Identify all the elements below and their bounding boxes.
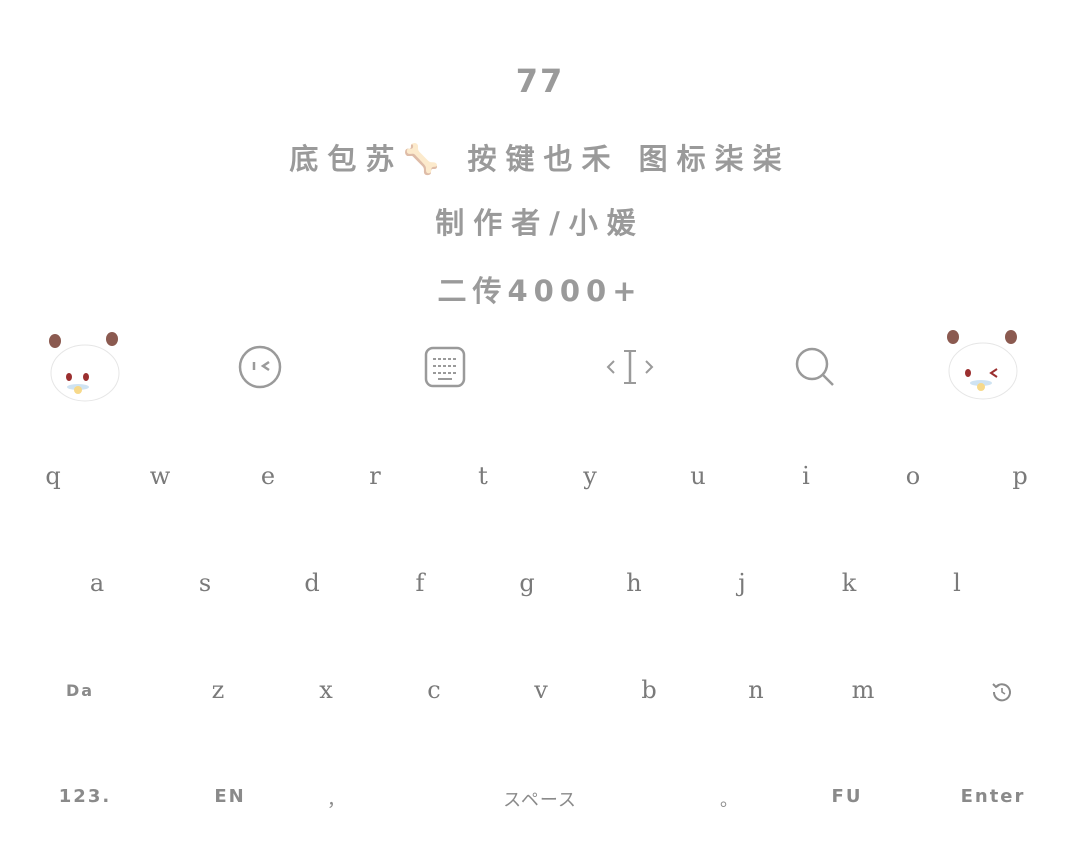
key-g[interactable]: g — [477, 569, 577, 597]
key-m[interactable]: m — [813, 676, 913, 704]
key-u[interactable]: u — [648, 462, 748, 490]
space-key[interactable]: スペース — [470, 786, 610, 812]
key-y[interactable]: y — [540, 462, 640, 490]
key-b[interactable]: b — [599, 676, 699, 704]
key-s[interactable]: s — [155, 569, 255, 597]
key-f[interactable]: f — [370, 569, 470, 597]
key-t[interactable]: t — [433, 462, 533, 490]
enter-key[interactable]: Enter — [948, 786, 1038, 807]
language-key[interactable]: EN — [195, 786, 265, 807]
repost-count-line: 二传4000+ — [437, 274, 643, 308]
key-z[interactable]: z — [168, 676, 268, 704]
key-v[interactable]: v — [491, 676, 591, 704]
mascot-left-icon[interactable] — [40, 322, 130, 412]
author-line: 制作者/小媛 — [435, 206, 645, 240]
key-j[interactable]: j — [692, 569, 792, 597]
key-c[interactable]: c — [384, 676, 484, 704]
key-x[interactable]: x — [276, 676, 376, 704]
period-key[interactable]: 。 — [708, 786, 752, 812]
mascot-right-icon[interactable] — [935, 322, 1025, 412]
fu-key[interactable]: FU — [815, 786, 879, 807]
key-k[interactable]: k — [799, 569, 899, 597]
emoji-face-icon[interactable] — [215, 322, 305, 412]
key-n[interactable]: n — [706, 676, 806, 704]
key-r[interactable]: r — [325, 462, 425, 490]
key-i[interactable]: i — [756, 462, 856, 490]
key-p[interactable]: p — [970, 462, 1070, 490]
key-l[interactable]: l — [907, 569, 1007, 597]
key-a[interactable]: a — [47, 569, 147, 597]
key-e[interactable]: e — [218, 462, 318, 490]
key-h[interactable]: h — [584, 569, 684, 597]
version-number: 77 — [515, 62, 565, 100]
comma-key[interactable]: ， — [315, 786, 359, 812]
undo-delete-icon — [992, 683, 1011, 702]
keyboard-toolbar — [0, 322, 1080, 412]
theme-credits-line: 底包苏🦴 按键也禾 图标柒柒 — [289, 142, 791, 176]
cursor-move-icon[interactable] — [585, 322, 675, 412]
key-o[interactable]: o — [863, 462, 963, 490]
key-q[interactable]: q — [3, 462, 103, 490]
shift-key[interactable]: Da — [40, 681, 120, 700]
keyboard-icon[interactable] — [400, 322, 490, 412]
key-w[interactable]: w — [110, 462, 210, 490]
numbers-key[interactable]: 123. — [45, 786, 125, 807]
key-d[interactable]: d — [262, 569, 362, 597]
search-icon[interactable] — [770, 322, 860, 412]
delete-key[interactable] — [990, 680, 1014, 704]
